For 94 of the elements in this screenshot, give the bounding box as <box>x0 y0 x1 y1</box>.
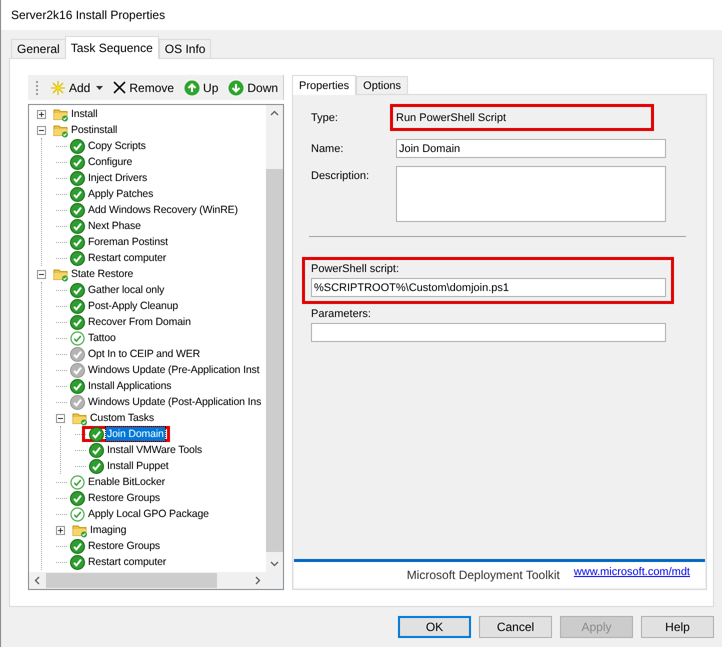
scrollbar-thumb[interactable] <box>266 169 283 552</box>
check-icon <box>70 218 85 234</box>
tree-item[interactable]: Enable BitLocker <box>87 475 166 489</box>
check-icon <box>89 458 104 474</box>
check-icon <box>70 186 85 202</box>
check-icon <box>70 154 85 170</box>
tree-item[interactable]: Copy Scripts <box>87 139 147 153</box>
brand-text: Microsoft Deployment Toolkit <box>406 568 560 582</box>
tree-item[interactable]: Next Phase <box>87 219 142 233</box>
tab[interactable]: Options <box>356 76 408 94</box>
window-title: Server2k16 Install Properties <box>11 8 166 22</box>
check-icon <box>70 298 85 314</box>
tab[interactable]: General <box>11 39 66 58</box>
folder-icon <box>53 106 69 122</box>
tree-item[interactable]: Post-Apply Cleanup <box>87 299 180 313</box>
folder-icon <box>72 410 88 426</box>
tree-item[interactable]: Restart computer <box>87 555 168 569</box>
outlined-check-icon <box>70 474 85 490</box>
field-label: PowerShell script: <box>311 263 400 275</box>
disabled-check-icon <box>70 362 85 378</box>
add-button[interactable]: Add <box>48 76 106 98</box>
field-label: Parameters: <box>311 308 372 320</box>
check-icon <box>70 138 85 154</box>
check-icon <box>70 202 85 218</box>
tab[interactable]: OS Info <box>158 39 212 58</box>
disabled-check-icon <box>70 346 85 362</box>
check-icon <box>89 426 104 442</box>
collapse-icon[interactable] <box>37 270 46 278</box>
tree-item[interactable]: Install <box>70 107 98 121</box>
tree-item[interactable]: Windows Update (Pre-Application Inst <box>87 363 260 377</box>
dialog-button[interactable]: OK <box>398 616 471 638</box>
tree-item[interactable]: Configure <box>87 155 134 169</box>
parameters-field[interactable] <box>311 323 666 342</box>
vertical-scrollbar[interactable] <box>266 105 283 572</box>
dialog-button[interactable]: Help <box>641 616 714 638</box>
folder-icon <box>72 522 88 538</box>
check-icon <box>70 490 85 506</box>
up-button[interactable]: Up <box>182 76 220 98</box>
tree-item[interactable]: Apply Patches <box>87 187 154 201</box>
expand-icon[interactable] <box>56 526 65 534</box>
tree-item[interactable]: Install Puppet <box>106 459 170 473</box>
remove-button[interactable]: Remove <box>111 76 176 98</box>
script-field[interactable]: %SCRIPTROOT%\Custom\domjoin.ps1 <box>311 278 666 297</box>
tree-item[interactable]: Custom Tasks <box>89 411 155 425</box>
tree-item[interactable]: Imaging <box>89 523 128 537</box>
x-icon <box>113 81 126 94</box>
tree-item[interactable]: Restore Groups <box>87 491 162 505</box>
type-value: Run PowerShell Script <box>396 112 506 124</box>
check-icon <box>70 554 85 570</box>
website-link[interactable]: www.microsoft.com/mdt <box>574 566 690 578</box>
check-icon <box>70 378 85 394</box>
name-field[interactable]: Join Domain <box>396 139 666 158</box>
folder-icon <box>53 266 69 282</box>
sparkle-icon <box>50 80 66 96</box>
check-icon <box>89 442 104 458</box>
tree-item[interactable]: Join Domain <box>106 427 165 441</box>
tree-item[interactable]: Tattoo <box>87 331 117 345</box>
tree-item[interactable]: Restore Groups <box>87 539 162 553</box>
tree-item[interactable]: Recover From Domain <box>87 315 192 329</box>
tree-item[interactable]: State Restore <box>70 267 134 281</box>
tree-item[interactable]: Install VMWare Tools <box>106 443 204 457</box>
tab[interactable]: Properties <box>292 75 356 95</box>
horizontal-scrollbar[interactable] <box>29 572 266 589</box>
tree-item[interactable]: Opt In to CEIP and WER <box>87 347 202 361</box>
description-field[interactable] <box>396 166 666 222</box>
check-icon <box>70 538 85 554</box>
check-icon <box>70 250 85 266</box>
tab[interactable]: Task Sequence <box>64 36 159 59</box>
tree-item[interactable]: Install Applications <box>87 379 172 393</box>
tree-item[interactable]: Restart computer <box>87 251 168 265</box>
collapse-icon[interactable] <box>37 126 46 134</box>
tree-item[interactable]: Windows Update (Post-Application Ins <box>87 395 262 409</box>
tree-item[interactable]: Inject Drivers <box>87 171 148 185</box>
check-icon <box>70 234 85 250</box>
tree-item[interactable]: Gather local only <box>87 283 166 297</box>
check-icon <box>70 282 85 298</box>
tree-item[interactable]: Postinstall <box>70 123 118 137</box>
tree-item[interactable]: Add Windows Recovery (WinRE) <box>87 203 239 217</box>
down-button[interactable]: Down <box>226 76 280 98</box>
tree-item[interactable]: Foreman Postinst <box>87 235 169 249</box>
expand-icon[interactable] <box>37 110 46 118</box>
scrollbar-thumb[interactable] <box>46 573 217 588</box>
dialog-button[interactable]: Cancel <box>479 616 552 638</box>
disabled-check-icon <box>70 394 85 410</box>
folder-icon <box>53 122 69 138</box>
field-label: Description: <box>311 170 370 182</box>
tree-item[interactable]: Apply Local GPO Package <box>87 507 210 521</box>
check-icon <box>70 170 85 186</box>
check-icon <box>70 314 85 330</box>
collapse-icon[interactable] <box>56 414 65 422</box>
field-label: Type: <box>311 112 339 124</box>
outlined-check-icon <box>70 330 85 346</box>
outlined-check-icon <box>70 506 85 522</box>
field-label: Name: <box>311 142 344 154</box>
